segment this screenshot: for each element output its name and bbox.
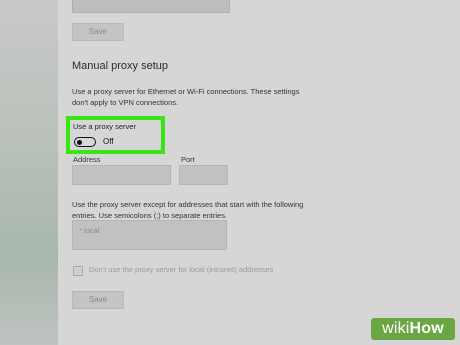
address-input[interactable] <box>72 165 171 185</box>
local-bypass-label: Don't use the proxy server for local (in… <box>89 265 274 274</box>
local-bypass-checkbox[interactable] <box>73 266 83 276</box>
use-proxy-toggle[interactable] <box>74 137 96 147</box>
toggle-knob <box>77 139 82 145</box>
wikihow-watermark: wiki How <box>371 318 455 340</box>
address-label: Address <box>73 155 101 164</box>
watermark-part: wiki <box>382 320 410 337</box>
description-line: Use the proxy server except for addresse… <box>72 200 304 209</box>
background-strip <box>0 0 58 345</box>
toggle-state-text: Off <box>103 137 114 146</box>
port-input[interactable] <box>179 165 228 185</box>
use-proxy-label: Use a proxy server <box>73 122 136 131</box>
save-button-top[interactable]: Save <box>72 23 124 41</box>
description-line: don't apply to VPN connections. <box>72 98 179 107</box>
section-heading: Manual proxy setup <box>72 60 168 72</box>
save-button-bottom[interactable]: Save <box>72 291 124 309</box>
section-description: Use a proxy server for Ethernet or Wi-Fi… <box>72 86 299 108</box>
port-label: Port <box>181 155 195 164</box>
description-line: Use a proxy server for Ethernet or Wi-Fi… <box>72 87 300 96</box>
exceptions-input[interactable]: *.local <box>72 220 227 250</box>
previous-section-input[interactable] <box>72 0 230 13</box>
watermark-part: How <box>409 320 444 337</box>
exceptions-description: Use the proxy server except for addresse… <box>72 199 303 221</box>
